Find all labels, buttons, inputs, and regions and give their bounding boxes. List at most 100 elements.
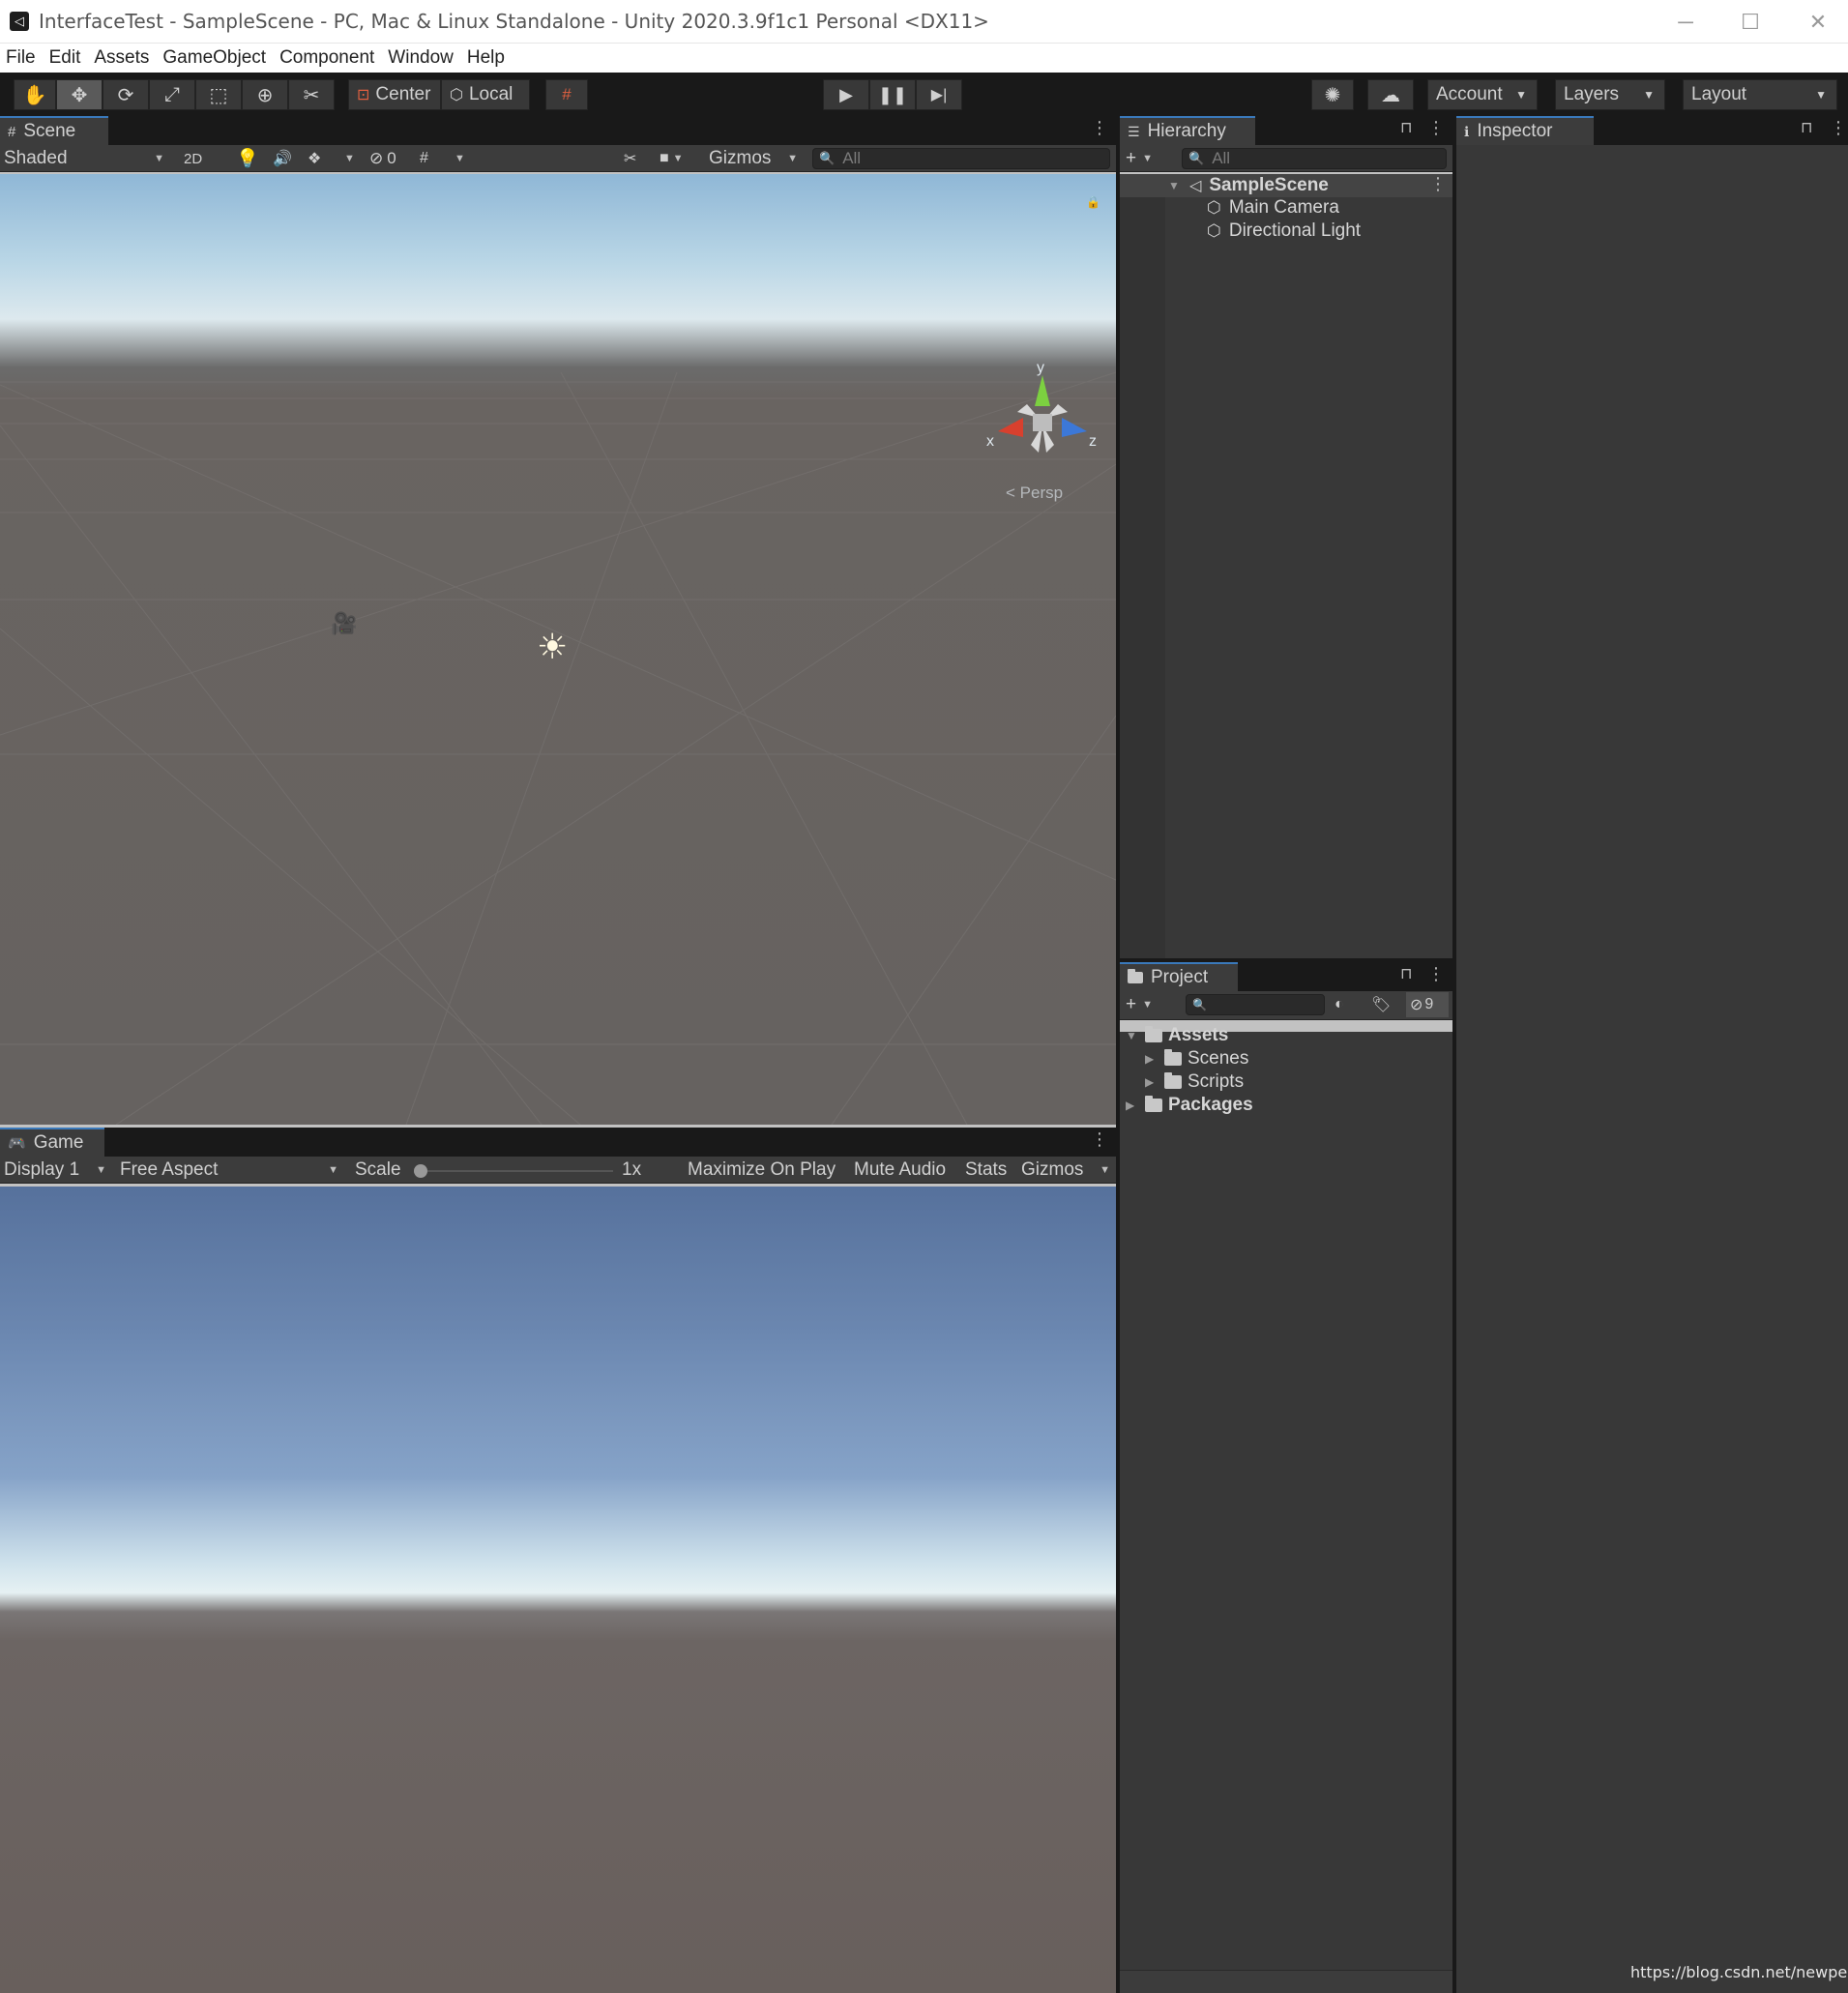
kebab-menu-icon[interactable]: ⋮	[1427, 118, 1445, 138]
pivot-label: Center	[375, 84, 431, 104]
scale-slider-track[interactable]	[416, 1170, 613, 1172]
tab-hierarchy[interactable]: ☰ Hierarchy	[1120, 116, 1255, 145]
move-tool-icon[interactable]: ✥	[56, 79, 103, 110]
kebab-menu-icon[interactable]: ⋮	[1429, 174, 1447, 194]
rect-tool-icon[interactable]: ⬚	[195, 79, 242, 110]
tab-inspector[interactable]: ℹ Inspector	[1456, 116, 1594, 145]
space-local-button[interactable]: ⬡ Local	[441, 79, 530, 110]
camera-icon[interactable]: ■ ▼	[660, 146, 702, 171]
add-object-button[interactable]: + ▼	[1126, 146, 1164, 171]
menu-edit[interactable]: Edit	[44, 47, 89, 69]
tab-project[interactable]: Project	[1120, 962, 1238, 991]
scene-visibility-toggle[interactable]: ⊘ 0	[369, 146, 410, 171]
layers-dropdown[interactable]: Layers ▼	[1555, 79, 1665, 110]
grid-snap-icon[interactable]: #	[545, 79, 588, 110]
effects-icon[interactable]: ❖	[308, 146, 331, 171]
kebab-menu-icon[interactable]: ⋮	[1427, 964, 1445, 984]
expand-arrow-icon[interactable]: ▼	[1168, 179, 1182, 192]
scene-gizmos-dropdown[interactable]: Gizmos ▼	[709, 146, 802, 171]
kebab-menu-icon[interactable]: ⋮	[1091, 118, 1108, 138]
search-by-type-icon[interactable]: ◐	[1335, 992, 1360, 1017]
services-icon[interactable]: ✺	[1311, 79, 1354, 110]
lock-icon[interactable]: 🔒	[1086, 195, 1100, 209]
light-gizmo-icon[interactable]: ☀	[537, 627, 568, 667]
game-tab-bar: 🎮 Game ⋮	[0, 1128, 1116, 1157]
hidden-packages-toggle[interactable]: ⊘ 9	[1406, 992, 1449, 1017]
scene-root-item[interactable]: ▼ ◁ SampleScene	[1168, 174, 1329, 197]
close-icon[interactable]: ✕	[1784, 0, 1848, 44]
mute-audio-toggle[interactable]: Mute Audio	[854, 1158, 954, 1183]
tree-item-packages[interactable]: ▶ Packages	[1126, 1094, 1253, 1117]
game-viewport[interactable]	[0, 1187, 1116, 1993]
tab-scene[interactable]: # Scene	[0, 116, 108, 145]
axis-x-label: x	[986, 433, 994, 450]
projection-label[interactable]: < Persp	[1006, 484, 1063, 503]
maximize-on-play-toggle[interactable]: Maximize On Play	[688, 1158, 842, 1183]
display-dropdown[interactable]: Display 1 ▼	[4, 1158, 110, 1183]
lock-icon[interactable]: ⊓	[1400, 118, 1412, 137]
scene-view-toolbar: Shaded ▼ 2D 💡 🔊 ❖ ▼ ⊘ 0 # ▼ ✂ ■ ▼ Gizmos …	[0, 145, 1116, 172]
tree-item-scripts[interactable]: ▶ Scripts	[1145, 1070, 1244, 1094]
menu-help[interactable]: Help	[461, 47, 513, 69]
play-button[interactable]: ▶	[823, 79, 869, 110]
menu-file[interactable]: File	[0, 47, 44, 69]
shading-mode-dropdown[interactable]: Shaded ▼	[4, 146, 168, 171]
search-by-label-icon[interactable]: 🏷	[1371, 992, 1396, 1017]
mode-2d-toggle[interactable]: 2D	[184, 146, 217, 171]
aspect-dropdown[interactable]: Free Aspect ▼	[120, 1158, 342, 1183]
kebab-menu-icon[interactable]: ⋮	[1091, 1129, 1108, 1150]
effects-dropdown-icon[interactable]: ▼	[344, 146, 358, 171]
menu-component[interactable]: Component	[274, 47, 382, 69]
layout-dropdown[interactable]: Layout ▼	[1683, 79, 1837, 110]
scale-tool-icon[interactable]: ⤢	[149, 79, 195, 110]
expand-arrow-icon[interactable]: ▶	[1126, 1099, 1139, 1112]
grid-icon[interactable]: #	[420, 146, 443, 171]
tools-icon[interactable]: ✂	[624, 146, 647, 171]
hidden-eye-icon: ⊘	[1410, 997, 1423, 1013]
camera-gizmo-icon[interactable]: 🎥	[331, 611, 357, 636]
transform-tool-icon[interactable]: ⊕	[242, 79, 288, 110]
lock-icon[interactable]: ⊓	[1801, 118, 1812, 137]
tree-item-assets[interactable]: ▼ Assets	[1126, 1024, 1228, 1047]
main-toolbar: ✋ ✥ ⟳ ⤢ ⬚ ⊕ ✂ ⊡ Center ⬡ Local # ▶ ❚❚ ▶|…	[0, 73, 1848, 116]
game-gizmos-dropdown[interactable]: Gizmos ▼	[1021, 1158, 1114, 1183]
mute-label: Mute Audio	[854, 1159, 947, 1180]
folder-icon	[1128, 969, 1143, 983]
list-icon: ☰	[1128, 123, 1140, 139]
step-button[interactable]: ▶|	[916, 79, 962, 110]
grid-dropdown-icon[interactable]: ▼	[455, 146, 468, 171]
scale-slider-handle[interactable]	[414, 1164, 427, 1178]
audio-icon[interactable]: 🔊	[273, 146, 296, 171]
tab-game[interactable]: 🎮 Game	[0, 1128, 104, 1157]
custom-tool-icon[interactable]: ✂	[288, 79, 335, 110]
cloud-icon[interactable]: ☁	[1367, 79, 1414, 110]
expand-arrow-icon[interactable]: ▶	[1145, 1052, 1159, 1066]
menu-window[interactable]: Window	[382, 47, 461, 69]
hierarchy-item-directional-light[interactable]: ⬡ Directional Light	[1207, 220, 1361, 243]
stats-toggle[interactable]: Stats	[965, 1158, 1012, 1183]
pause-button[interactable]: ❚❚	[869, 79, 916, 110]
rotate-tool-icon[interactable]: ⟳	[103, 79, 149, 110]
menu-gameobject[interactable]: GameObject	[157, 47, 274, 69]
menu-assets[interactable]: Assets	[88, 47, 157, 69]
maximize-icon[interactable]: ☐	[1716, 0, 1784, 44]
project-search-input[interactable]: 🔍	[1186, 994, 1325, 1015]
hierarchy-item-main-camera[interactable]: ⬡ Main Camera	[1207, 196, 1339, 220]
tree-item-scenes[interactable]: ▶ Scenes	[1145, 1047, 1248, 1070]
tree-label: Scenes	[1188, 1048, 1249, 1069]
hand-tool-icon[interactable]: ✋	[14, 79, 56, 110]
scene-viewport[interactable]: 🎥 ☀ y x z 🔒 < Persp	[0, 174, 1116, 1125]
gameobject-cube-icon: ⬡	[1207, 221, 1221, 240]
create-asset-button[interactable]: + ▼	[1126, 992, 1164, 1017]
expand-arrow-icon[interactable]: ▶	[1145, 1075, 1159, 1089]
hierarchy-search-input[interactable]: 🔍 All	[1182, 148, 1447, 169]
lock-icon[interactable]: ⊓	[1400, 964, 1412, 983]
pivot-center-button[interactable]: ⊡ Center	[348, 79, 441, 110]
lighting-icon[interactable]: 💡	[236, 146, 259, 171]
scene-search-input[interactable]: 🔍 All	[812, 148, 1110, 169]
kebab-menu-icon[interactable]: ⋮	[1830, 118, 1847, 138]
account-dropdown[interactable]: Account ▼	[1427, 79, 1538, 110]
local-space-icon: ⬡	[450, 87, 463, 103]
minimize-icon[interactable]: ─	[1652, 0, 1719, 44]
expand-arrow-icon[interactable]: ▼	[1126, 1029, 1139, 1042]
